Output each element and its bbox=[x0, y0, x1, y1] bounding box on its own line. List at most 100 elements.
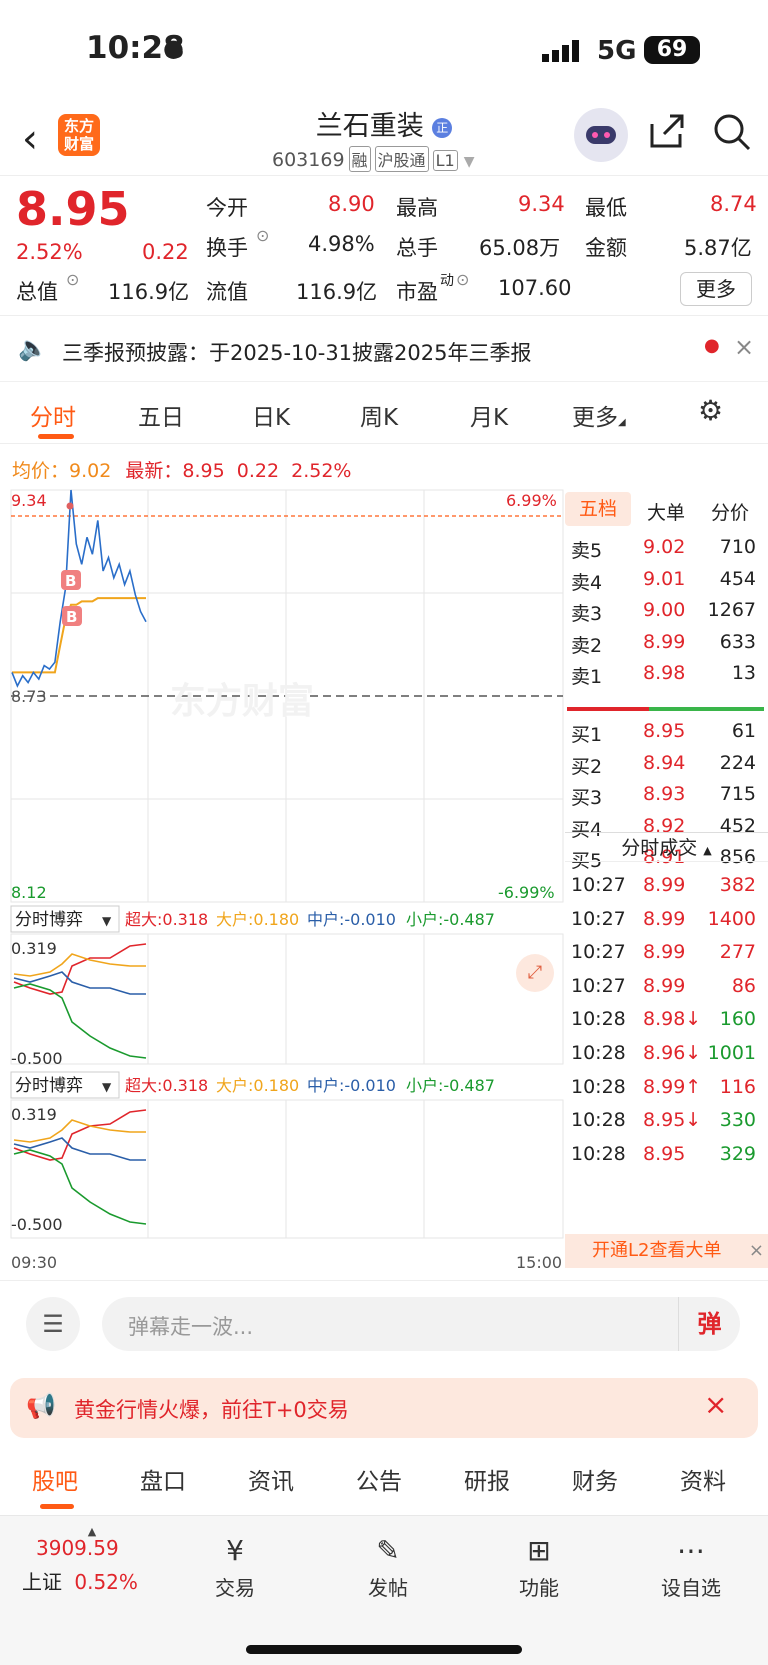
down-pct-label: -6.99% bbox=[498, 883, 555, 902]
low-label: 最低 bbox=[585, 196, 627, 220]
tab-price-dist[interactable]: 分价 bbox=[711, 498, 749, 525]
close-icon[interactable]: × bbox=[734, 333, 754, 361]
assistant-avatar[interactable] bbox=[574, 108, 628, 162]
pe-value: 107.60 bbox=[498, 276, 572, 300]
svg-text:B: B bbox=[66, 608, 77, 626]
svg-text:中户:-0.010: 中户:-0.010 bbox=[307, 1076, 396, 1095]
close-icon[interactable]: × bbox=[704, 1388, 727, 1421]
speaker-icon: 🔈 bbox=[18, 334, 48, 362]
bid-level: 买3 8.93 715 bbox=[571, 783, 756, 809]
tab-five-levels[interactable]: 五档 bbox=[565, 492, 631, 526]
amount-label: 金额 bbox=[585, 236, 627, 260]
high-value: 9.34 bbox=[518, 192, 565, 216]
y-max-label: 9.34 bbox=[11, 491, 47, 510]
up-pct-label: 6.99% bbox=[506, 491, 557, 510]
stock-code-row[interactable]: 603169 融沪股通 L1 ▼ bbox=[272, 146, 474, 172]
tab-big-orders[interactable]: 大单 bbox=[647, 498, 685, 525]
info-icon[interactable]: ⊙ bbox=[456, 270, 469, 289]
search-icon[interactable] bbox=[712, 112, 752, 161]
tab-financials[interactable]: 财务 bbox=[572, 1462, 618, 1496]
more-button[interactable]: 更多 bbox=[680, 272, 752, 306]
svg-text:分时博弈: 分时博弈 bbox=[15, 910, 83, 930]
svg-text:小户:-0.487: 小户:-0.487 bbox=[406, 1076, 495, 1095]
svg-text:大户:0.180: 大户:0.180 bbox=[216, 910, 299, 929]
battery-icon: 69 bbox=[644, 36, 700, 64]
verified-icon: 正 bbox=[432, 117, 453, 138]
danmu-input[interactable]: 弹幕走一波... 弹 bbox=[102, 1297, 740, 1351]
index-ticker[interactable]: ▲ 3909.59 上证 0.52% bbox=[22, 1526, 162, 1595]
turnover-value: 4.98% bbox=[308, 232, 375, 256]
tab-monthly[interactable]: 月K bbox=[470, 398, 508, 432]
change-pct: 2.52% bbox=[16, 240, 83, 264]
flow-panel-2: 分时博弈 ▼ 超大:0.318 大户:0.180 中户:-0.010 小户:-0.… bbox=[10, 1071, 495, 1234]
tab-news[interactable]: 资讯 bbox=[248, 1462, 294, 1496]
promo-text: 黄金行情火爆，前往T+0交易 bbox=[74, 1398, 349, 1422]
tab-more[interactable]: 更多◢ bbox=[572, 398, 626, 432]
danmu-send-button[interactable]: 弹 bbox=[678, 1297, 740, 1351]
grid-icon: ⊞ bbox=[527, 1534, 551, 1567]
trades-header[interactable]: 分时成交 ▲ bbox=[565, 832, 768, 862]
danmu-placeholder: 弹幕走一波... bbox=[128, 1315, 254, 1339]
nav-trade[interactable]: ¥ 交易 bbox=[180, 1530, 290, 1601]
stock-header: ‹ 东方财富 兰石重装 正 603169 融沪股通 L1 ▼ bbox=[0, 100, 768, 176]
l2-upgrade-banner[interactable]: 开通L2查看大单 × bbox=[565, 1234, 768, 1268]
tab-5day[interactable]: 五日 bbox=[138, 398, 184, 432]
info-icon[interactable]: ⊙ bbox=[256, 226, 269, 245]
person-icon: ● bbox=[163, 34, 184, 62]
intraday-chart[interactable]: 东方财富 B B 9.34 6.99% 8.73 8.12 -6.99% 分时博… bbox=[0, 488, 565, 1278]
info-tabs: 股吧 盘口 资讯 公告 研报 财务 资料 bbox=[0, 1446, 768, 1509]
expand-icon[interactable]: ⤢ bbox=[516, 954, 554, 992]
open-label: 今开 bbox=[206, 196, 248, 220]
tab-profile[interactable]: 资料 bbox=[680, 1462, 726, 1496]
svg-text:0.319: 0.319 bbox=[11, 939, 57, 958]
danmu-list-icon[interactable]: ☰ bbox=[26, 1297, 80, 1351]
preclose-label: 8.73 bbox=[11, 687, 47, 706]
tab-weekly[interactable]: 周K bbox=[360, 398, 398, 432]
tab-announcements[interactable]: 公告 bbox=[356, 1462, 402, 1496]
svg-text:B: B bbox=[65, 572, 76, 590]
tab-orderbook[interactable]: 盘口 bbox=[140, 1462, 186, 1496]
float-value: 116.9亿 bbox=[296, 280, 378, 304]
svg-text:▼: ▼ bbox=[102, 914, 112, 928]
tab-research[interactable]: 研报 bbox=[464, 1462, 510, 1496]
status-bar: 10:28 ● 5G 69 bbox=[0, 0, 768, 100]
svg-text:分时博弈: 分时博弈 bbox=[15, 1076, 83, 1096]
unread-dot: ● bbox=[704, 335, 720, 356]
avg-price-line: 均价：9.02 最新：8.95 0.22 2.52% bbox=[12, 460, 352, 482]
active-subtab-indicator bbox=[40, 1504, 74, 1509]
svg-text:超大:0.318: 超大:0.318 bbox=[125, 1076, 208, 1095]
open-value: 8.90 bbox=[328, 192, 375, 216]
promo-banner[interactable]: 📢 黄金行情火爆，前往T+0交易 × bbox=[10, 1378, 758, 1438]
x-end-label: 15:00 bbox=[516, 1253, 562, 1272]
tab-intraday[interactable]: 分时 bbox=[30, 398, 76, 432]
share-icon[interactable] bbox=[648, 112, 686, 159]
low-value: 8.74 bbox=[710, 192, 757, 216]
settings-icon[interactable]: ⚙ bbox=[698, 394, 723, 427]
quote-panel: 8.95 2.52% 0.22 今开 8.90 最高 9.34 最低 8.74 … bbox=[0, 176, 768, 316]
nav-post[interactable]: ✎ 发帖 bbox=[333, 1530, 443, 1601]
x-start-label: 09:30 bbox=[11, 1253, 57, 1272]
bid-level: 买2 8.94 224 bbox=[571, 751, 756, 778]
chevron-down-icon: ▼ bbox=[463, 154, 475, 170]
svg-text:中户:-0.010: 中户:-0.010 bbox=[307, 910, 396, 929]
svg-text:0.319: 0.319 bbox=[11, 1105, 57, 1124]
bottom-nav: ▲ 3909.59 上证 0.52% ¥ 交易 ✎ 发帖 ⊞ 功能 ⋯ 设自选 bbox=[0, 1515, 768, 1665]
svg-text:超大:0.318: 超大:0.318 bbox=[125, 910, 208, 929]
ask-level: 卖3 9.00 1267 bbox=[571, 599, 756, 625]
info-icon[interactable]: ⊙ bbox=[66, 270, 79, 289]
flow-panel-1: 分时博弈 ▼ 超大:0.318 大户:0.180 中户:-0.010 小户:-0.… bbox=[10, 905, 495, 1068]
change-value: 0.22 bbox=[142, 240, 189, 264]
nav-watchlist[interactable]: ⋯ 设自选 bbox=[636, 1530, 746, 1601]
float-label: 流值 bbox=[206, 280, 248, 304]
svg-text:小户:-0.487: 小户:-0.487 bbox=[406, 910, 495, 929]
svg-text:-0.500: -0.500 bbox=[11, 1049, 63, 1068]
tab-daily[interactable]: 日K bbox=[252, 398, 290, 432]
yen-icon: ¥ bbox=[226, 1534, 244, 1567]
notice-bar[interactable]: 🔈 三季报预披露：于2025-10-31披露2025年三季报 ● × bbox=[0, 318, 768, 382]
high-label: 最高 bbox=[396, 196, 438, 220]
nav-functions[interactable]: ⊞ 功能 bbox=[484, 1530, 594, 1601]
stock-code: 603169 bbox=[272, 149, 345, 171]
mktcap-value: 116.9亿 bbox=[108, 280, 190, 304]
tab-forum[interactable]: 股吧 bbox=[32, 1462, 78, 1496]
svg-text:-0.500: -0.500 bbox=[11, 1215, 63, 1234]
